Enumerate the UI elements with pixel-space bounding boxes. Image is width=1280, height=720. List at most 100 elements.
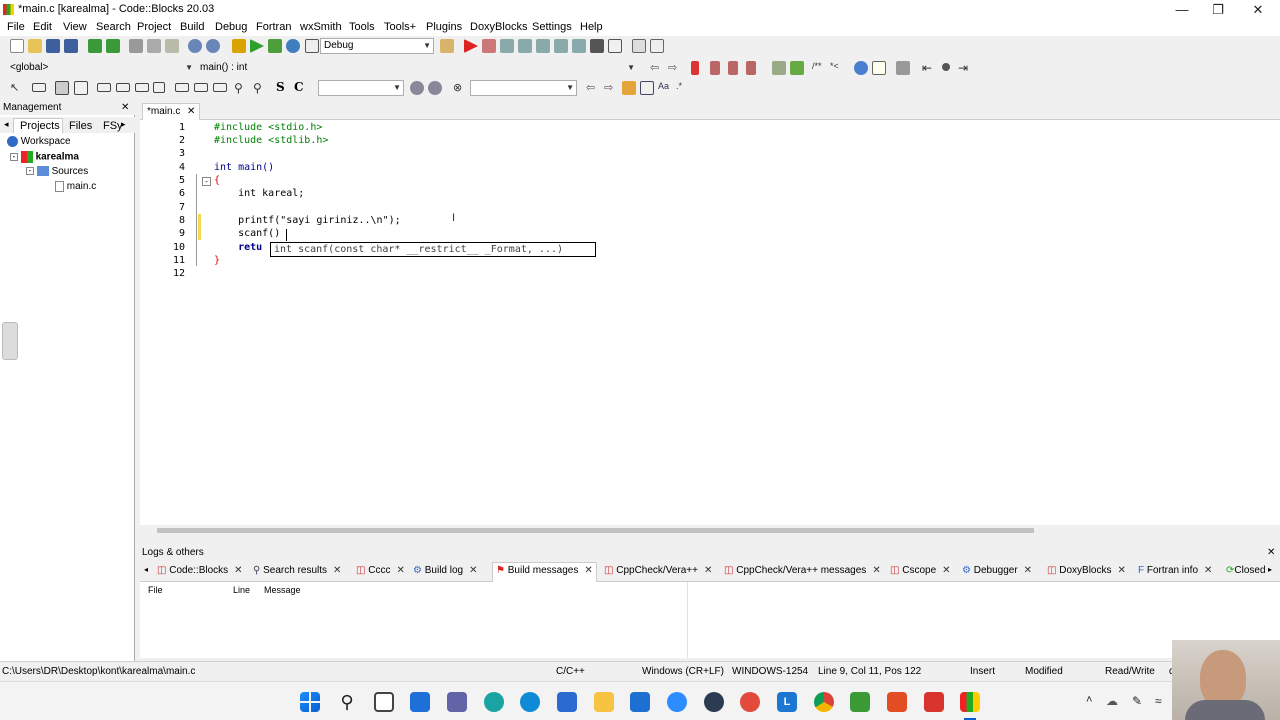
log-tab-search-results[interactable]: ⚲ Search results ✕: [253, 565, 341, 576]
search-icon[interactable]: ⚲: [337, 692, 357, 712]
close-icon[interactable]: ✕: [121, 101, 129, 115]
log-tab-cppcheck-messages[interactable]: ◫ CppCheck/Vera++ messages ✕: [724, 565, 881, 576]
menu-debug[interactable]: Debug: [215, 21, 247, 33]
start-icon[interactable]: [300, 692, 320, 712]
tool2-icon[interactable]: [790, 61, 804, 75]
tab-main-c[interactable]: *main.c ✕: [142, 103, 200, 120]
debug-start-icon[interactable]: [464, 39, 478, 53]
column-file[interactable]: File: [148, 585, 163, 595]
next-instruction-icon[interactable]: [554, 39, 568, 53]
sizer-icon[interactable]: [97, 83, 111, 92]
close-tab-icon[interactable]: ✕: [396, 565, 404, 576]
s-icon[interactable]: S: [276, 80, 290, 94]
menu-tools-plus[interactable]: Tools+: [384, 21, 416, 33]
minimize-icon[interactable]: —: [1164, 0, 1200, 20]
widgets-icon[interactable]: [410, 692, 430, 712]
menu-project[interactable]: Project: [137, 21, 171, 33]
explorer-icon[interactable]: [594, 692, 614, 712]
open-file-icon[interactable]: [28, 39, 42, 53]
app4-icon[interactable]: [850, 692, 870, 712]
spacer-icon[interactable]: [175, 83, 189, 92]
grid-icon[interactable]: [55, 81, 69, 95]
log-tab-cccc[interactable]: ◫ Cccc ✕: [356, 565, 405, 576]
build-messages-list[interactable]: File Line Message: [140, 582, 1280, 658]
chevron-right-icon[interactable]: ▸: [121, 119, 126, 130]
comment-line-icon[interactable]: *<: [830, 61, 844, 75]
menu-wxsmith[interactable]: wxSmith: [300, 21, 342, 33]
line-end-icon[interactable]: ⇥: [958, 61, 972, 75]
collapse-icon[interactable]: -: [26, 167, 34, 176]
task-view-icon[interactable]: [374, 692, 394, 712]
close-tab-icon[interactable]: ✕: [872, 565, 880, 576]
log-tab-cppcheck[interactable]: ◫ CppCheck/Vera++ ✕: [604, 565, 712, 576]
pen-icon[interactable]: ✎: [1132, 694, 1146, 708]
jump-back-icon[interactable]: ⇦: [650, 61, 664, 75]
close-icon[interactable]: ✕: [1267, 546, 1275, 560]
jump-forward-icon[interactable]: ⇨: [668, 61, 682, 75]
highlight-icon[interactable]: [622, 81, 636, 95]
select-icon[interactable]: [640, 81, 654, 95]
wildcard-icon[interactable]: .*: [676, 81, 690, 95]
log-tab-cscope[interactable]: ◫ Cscope ✕: [890, 565, 951, 576]
close-tab-icon[interactable]: ✕: [704, 565, 712, 576]
search-combo-2[interactable]: ▼: [470, 80, 577, 96]
close-tab-icon[interactable]: ✕: [1117, 565, 1125, 576]
store-icon[interactable]: [557, 692, 577, 712]
tab-files[interactable]: Files: [69, 119, 92, 133]
log-tab-closed[interactable]: ⟳Closed: [1226, 565, 1266, 576]
step-out-icon[interactable]: [536, 39, 550, 53]
log-tab-build-messages[interactable]: ⚑ Build messages ✕: [492, 562, 597, 582]
menu-help[interactable]: Help: [580, 21, 603, 33]
menu-fortran[interactable]: Fortran: [256, 21, 291, 33]
column-message[interactable]: Message: [264, 585, 301, 595]
mail-icon[interactable]: [630, 692, 650, 712]
office-icon[interactable]: [887, 692, 907, 712]
run-icon[interactable]: [250, 39, 264, 53]
line-begin-icon[interactable]: ⇤: [922, 61, 936, 75]
wrench-icon[interactable]: [896, 61, 910, 75]
zoom-in-icon[interactable]: ⚲: [234, 81, 248, 95]
abort-icon[interactable]: [305, 39, 319, 53]
log-tab-fortran-info[interactable]: F Fortran info ✕: [1138, 565, 1212, 576]
menu-file[interactable]: File: [7, 21, 25, 33]
search-combo[interactable]: ▼: [318, 80, 404, 96]
side-dock-handle[interactable]: [2, 322, 18, 360]
rebuild-icon[interactable]: [286, 39, 300, 53]
menu-edit[interactable]: Edit: [33, 21, 52, 33]
chevron-left-icon[interactable]: ◂: [144, 565, 148, 574]
teams-icon[interactable]: [447, 692, 467, 712]
sizer4-icon[interactable]: [153, 82, 165, 93]
tree-workspace[interactable]: Workspace: [7, 136, 71, 147]
sizer3-icon[interactable]: [135, 83, 149, 92]
build-target-select[interactable]: Debug ▼: [320, 38, 434, 54]
c-icon[interactable]: C: [294, 80, 308, 94]
sizer2-icon[interactable]: [116, 83, 130, 92]
scrollbar-thumb[interactable]: [157, 528, 1034, 533]
menu-settings[interactable]: Settings: [532, 21, 572, 33]
box-icon[interactable]: [32, 83, 46, 92]
chevron-up-icon[interactable]: ˄: [1086, 694, 1100, 708]
close-tab-icon[interactable]: ✕: [584, 565, 592, 576]
next-line-icon[interactable]: [500, 39, 514, 53]
prev-icon[interactable]: ⇦: [586, 81, 600, 95]
menu-tools[interactable]: Tools: [349, 21, 375, 33]
menu-doxyblocks[interactable]: DoxyBlocks: [470, 21, 527, 33]
log-tab-debugger[interactable]: ⚙ Debugger ✕: [962, 565, 1032, 576]
debug-windows-icon[interactable]: [632, 39, 646, 53]
close-icon[interactable]: ✕: [1240, 0, 1276, 20]
tab-projects[interactable]: Projects: [13, 118, 63, 133]
doxywizard-icon[interactable]: [854, 61, 868, 75]
chevron-right-icon[interactable]: ▸: [1268, 565, 1272, 574]
log-tab-doxyblocks[interactable]: ◫ DoxyBlocks ✕: [1047, 565, 1126, 576]
build-icon[interactable]: [232, 39, 246, 53]
stop-debug-icon[interactable]: [608, 39, 622, 53]
debug-info-icon[interactable]: [650, 39, 664, 53]
fold-collapse-icon[interactable]: -: [202, 177, 211, 186]
zoom-out-icon[interactable]: ⚲: [253, 81, 267, 95]
lightroom-icon[interactable]: L: [777, 692, 797, 712]
chrome-icon[interactable]: [814, 692, 834, 712]
close-tab-icon[interactable]: ✕: [942, 565, 950, 576]
spacer2-icon[interactable]: [194, 83, 208, 92]
next-icon[interactable]: ⇨: [604, 81, 618, 95]
clear-bookmarks-icon[interactable]: [746, 61, 756, 75]
